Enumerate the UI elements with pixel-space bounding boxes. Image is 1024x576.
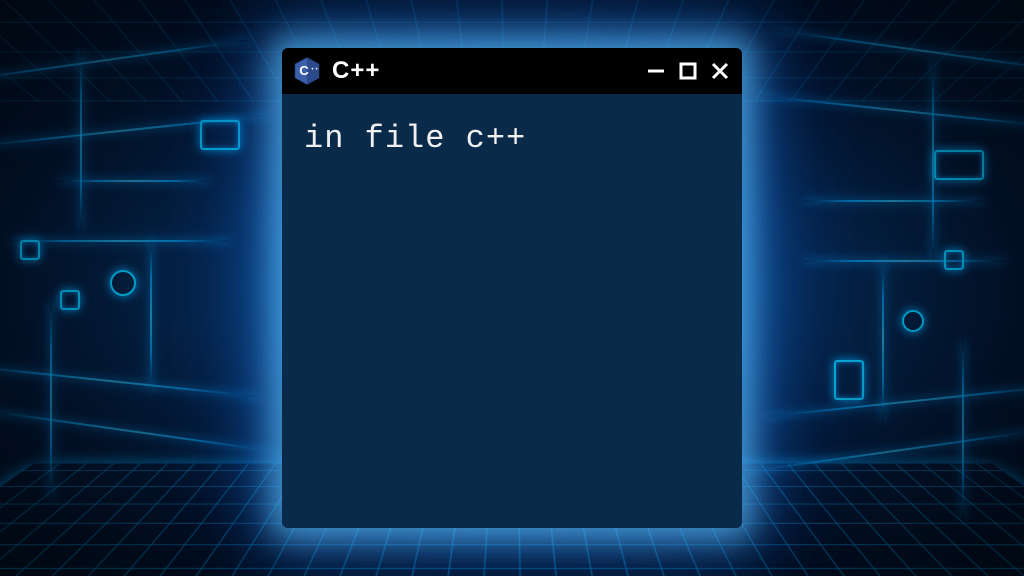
window-controls: [644, 59, 732, 83]
content-text: in file c++: [304, 118, 720, 160]
titlebar[interactable]: C + + C++: [282, 48, 742, 94]
svg-text:+: +: [311, 67, 314, 72]
app-window: C + + C++ in file c++: [282, 48, 742, 528]
maximize-button[interactable]: [676, 59, 700, 83]
minimize-button[interactable]: [644, 59, 668, 83]
window-title: C++: [332, 57, 634, 85]
content-area[interactable]: in file c++: [282, 94, 742, 528]
svg-text:+: +: [315, 67, 318, 72]
cpp-logo-icon: C + +: [292, 56, 322, 86]
svg-text:C: C: [299, 63, 309, 78]
close-button[interactable]: [708, 59, 732, 83]
